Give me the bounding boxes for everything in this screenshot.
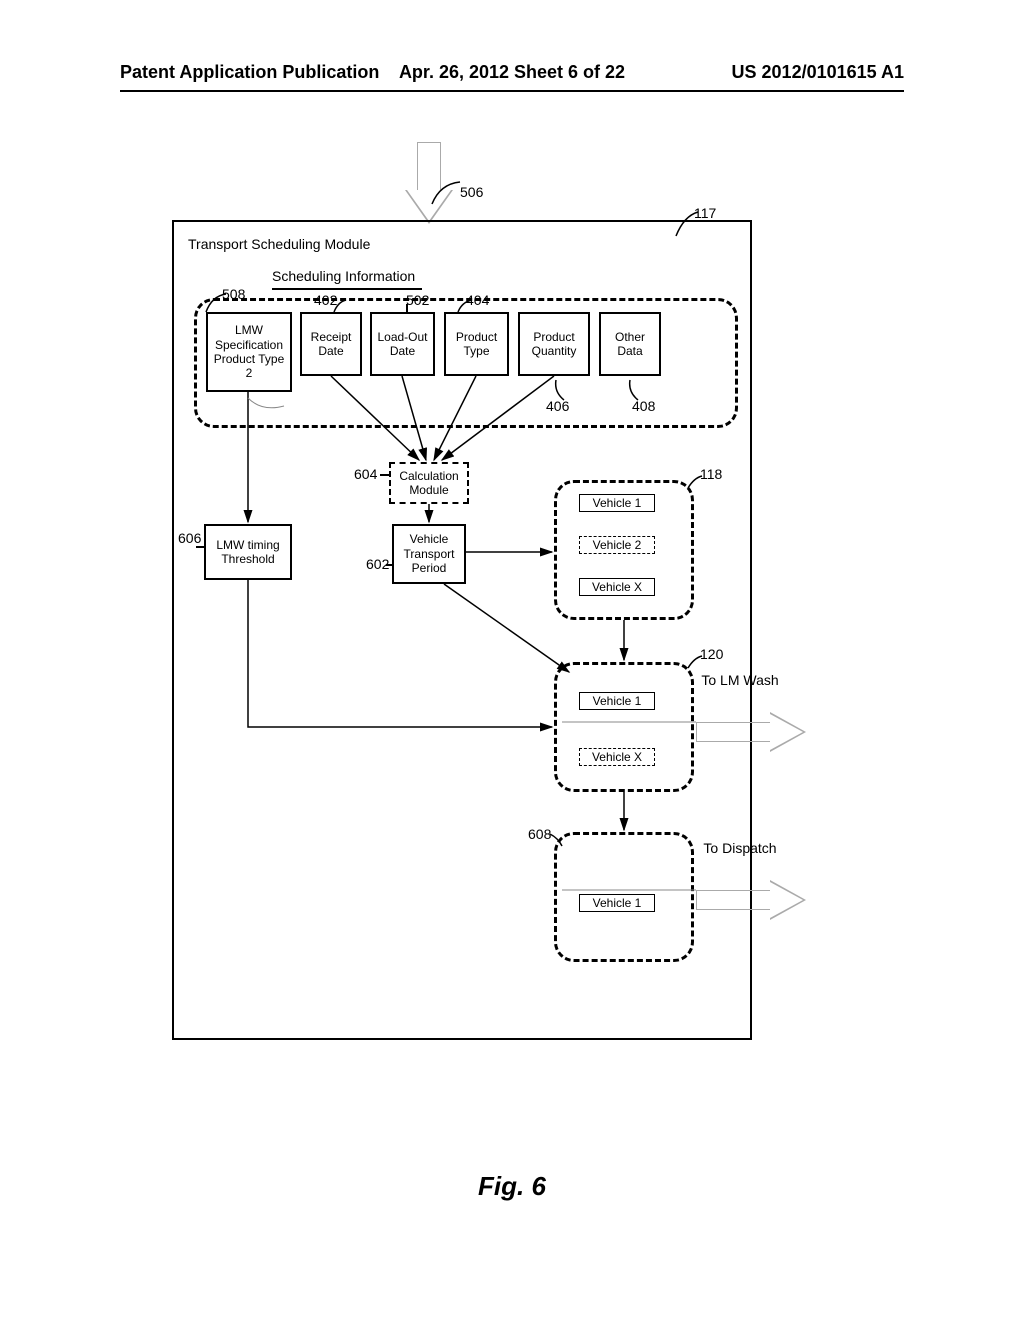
tick-604 [380, 474, 390, 476]
tick-602 [386, 564, 394, 566]
ref-508: 508 [222, 286, 245, 302]
ref-404: 404 [466, 292, 489, 308]
ref-406: 406 [546, 398, 569, 414]
scheduling-info-title: Scheduling Information [272, 268, 415, 284]
out-arrow-dispatch-icon [696, 880, 808, 920]
ref-402: 402 [314, 292, 337, 308]
ref-604: 604 [354, 466, 377, 482]
ref-118: 118 [700, 466, 722, 482]
ref-608: 608 [528, 826, 551, 842]
ref-606: 606 [178, 530, 201, 546]
box-loadout-date: Load-Out Date [370, 312, 435, 376]
vehicle-1-g118: Vehicle 1 [579, 494, 655, 512]
patent-figure-page: Patent Application Publication Apr. 26, … [0, 0, 1024, 1320]
out-label-dispatch: To Dispatch [700, 840, 780, 857]
out-arrow-lmwash-icon [696, 712, 808, 752]
box-calculation-module: Calculation Module [389, 462, 469, 504]
tick-502 [406, 304, 408, 314]
underline-icon [272, 288, 422, 290]
header-rule [120, 90, 904, 92]
box-vehicle-transport-period: Vehicle Transport Period [392, 524, 466, 584]
vehicle-x-g120: Vehicle X [579, 748, 655, 766]
ref-506: 506 [460, 184, 483, 200]
ref-502: 502 [406, 292, 429, 308]
out-label-lmwash: To LM Wash [700, 672, 780, 689]
box-receipt-date: Receipt Date [300, 312, 362, 376]
figure-caption: Fig. 6 [0, 1171, 1024, 1202]
header-center: Apr. 26, 2012 Sheet 6 of 22 [399, 62, 625, 83]
vehicle-1-g608: Vehicle 1 [579, 894, 655, 912]
header-right: US 2012/0101615 A1 [732, 62, 904, 83]
header-left: Patent Application Publication [120, 62, 379, 83]
module-title: Transport Scheduling Module [188, 236, 370, 252]
vehicle-group-120 [554, 662, 694, 792]
box-product-quantity: Product Quantity [518, 312, 590, 376]
box-lmw-timing-threshold: LMW timing Threshold [204, 524, 292, 580]
page-header: Patent Application Publication Apr. 26, … [120, 62, 904, 83]
input-arrow-icon [405, 142, 453, 228]
tick-606 [196, 546, 206, 548]
ref-120: 120 [700, 646, 723, 662]
transport-scheduling-module: Transport Scheduling Module Scheduling I… [172, 220, 752, 1040]
vehicle-2-g118: Vehicle 2 [579, 536, 655, 554]
box-other-data: Other Data [599, 312, 661, 376]
ref-117: 117 [694, 205, 716, 221]
vehicle-x-g118: Vehicle X [579, 578, 655, 596]
box-product-type: Product Type [444, 312, 509, 376]
vehicle-1-g120: Vehicle 1 [579, 692, 655, 710]
ref-408: 408 [632, 398, 655, 414]
box-lmw-spec: LMW Specification Product Type 2 [206, 312, 292, 392]
